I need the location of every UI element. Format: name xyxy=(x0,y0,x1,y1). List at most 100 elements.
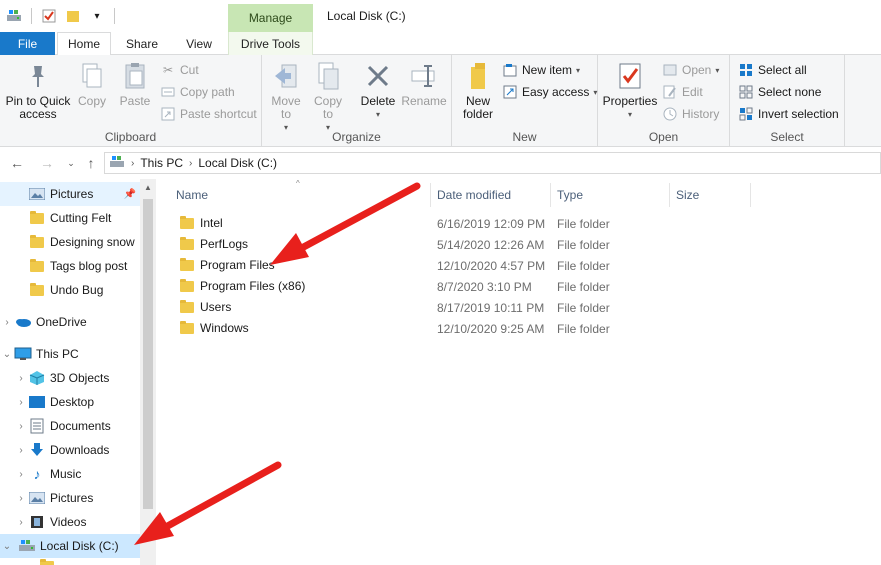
table-row[interactable]: PerfLogs 5/14/2020 12:26 AM File folder xyxy=(174,234,714,255)
delete-button[interactable]: Delete ▾ xyxy=(358,59,398,121)
properties-label: Properties xyxy=(602,94,658,108)
file-list: ^ Name Date modified Type Size Intel 6/1… xyxy=(156,179,881,565)
nav-item-cutting-felt[interactable]: Cutting Felt xyxy=(0,206,140,230)
nav-item-documents[interactable]: › Documents xyxy=(0,414,140,438)
collapse-chevron-icon[interactable]: ⌄ xyxy=(0,349,14,360)
drive-icon[interactable] xyxy=(4,6,24,26)
nav-item-onedrive[interactable]: › OneDrive xyxy=(0,310,140,334)
collapse-chevron-icon[interactable]: ⌄ xyxy=(0,541,14,552)
copy-to-button[interactable]: Copy to ▾ xyxy=(310,59,346,134)
nav-item-undo-bug[interactable]: Undo Bug xyxy=(0,278,140,302)
nav-item-tags-blog-post[interactable]: Tags blog post xyxy=(0,254,140,278)
rename-button[interactable]: Rename xyxy=(401,59,447,108)
nav-pane-scrollbar[interactable]: ▲ xyxy=(140,179,156,565)
select-all-button[interactable]: Select all xyxy=(738,60,807,80)
tab-view[interactable]: View xyxy=(176,32,222,55)
expand-chevron-icon[interactable]: › xyxy=(14,517,28,528)
paste-shortcut-button[interactable]: Paste shortcut xyxy=(160,104,257,124)
nav-item-designing-snow[interactable]: Designing snow xyxy=(0,230,140,254)
tab-share[interactable]: Share xyxy=(118,32,166,55)
breadcrumb-this-pc[interactable]: This PC xyxy=(140,156,183,170)
nav-item-desktop[interactable]: › Desktop xyxy=(0,390,140,414)
edit-button[interactable]: Edit xyxy=(662,82,703,102)
table-row[interactable]: Intel 6/16/2019 12:09 PM File folder xyxy=(174,213,714,234)
invert-selection-icon xyxy=(738,106,754,122)
open-dropdown-icon: ▾ xyxy=(715,65,720,75)
recent-locations-chevron-icon[interactable]: ⌄ xyxy=(62,154,80,172)
paste-button[interactable]: Paste xyxy=(116,59,154,108)
new-item-button[interactable]: New item ▾ xyxy=(502,60,580,80)
nav-item-pictures-quick[interactable]: Pictures 📌 xyxy=(0,182,140,206)
customize-toolbar-icon[interactable]: ▾ xyxy=(87,6,107,26)
expand-chevron-icon[interactable]: › xyxy=(14,373,28,384)
scroll-up-arrow-icon[interactable]: ▲ xyxy=(140,183,156,192)
properties-icon[interactable] xyxy=(39,6,59,26)
expand-chevron-icon[interactable]: › xyxy=(14,445,28,456)
tab-drive-tools[interactable]: Drive Tools xyxy=(228,32,313,55)
move-to-icon xyxy=(270,59,302,93)
column-header-type[interactable]: Type xyxy=(551,183,669,207)
tab-file[interactable]: File xyxy=(0,32,55,55)
paste-icon xyxy=(119,59,151,93)
expand-chevron-icon[interactable]: › xyxy=(14,397,28,408)
nav-item-3d-objects[interactable]: › 3D Objects xyxy=(0,366,140,390)
breadcrumb-local-disk[interactable]: Local Disk (C:) xyxy=(198,156,277,170)
paste-shortcut-icon xyxy=(160,106,176,122)
easy-access-dropdown-icon: ▾ xyxy=(593,87,598,97)
nav-item-videos[interactable]: › Videos xyxy=(0,510,140,534)
file-name: Windows xyxy=(200,321,249,335)
documents-icon xyxy=(28,418,46,434)
new-folder-icon[interactable] xyxy=(63,6,83,26)
nav-item-label: Desktop xyxy=(50,395,95,409)
forward-arrow-icon[interactable]: → xyxy=(38,154,56,172)
expand-chevron-icon[interactable]: › xyxy=(14,421,28,432)
copy-button[interactable]: Copy xyxy=(74,59,110,108)
column-header-name[interactable]: Name xyxy=(170,183,430,207)
column-header-size[interactable]: Size xyxy=(670,183,750,207)
pin-to-quick-access-button[interactable]: Pin to Quick access xyxy=(4,59,72,121)
expand-chevron-icon[interactable]: › xyxy=(14,469,28,480)
new-folder-button[interactable]: New folder xyxy=(458,59,498,121)
easy-access-button[interactable]: Easy access ▾ xyxy=(502,82,597,102)
table-row[interactable]: Windows 12/10/2020 9:25 AM File folder xyxy=(174,318,714,339)
new-item-label: New item xyxy=(522,63,573,77)
column-divider[interactable] xyxy=(750,183,751,207)
up-arrow-icon[interactable]: ↑ xyxy=(82,154,100,172)
select-group-label: Select xyxy=(770,130,804,144)
table-row[interactable]: Program Files (x86) 8/7/2020 3:10 PM Fil… xyxy=(174,276,714,297)
nav-item-local-disk[interactable]: ⌄ Local Disk (C:) xyxy=(0,534,140,558)
table-row[interactable]: Users 8/17/2019 10:11 PM File folder xyxy=(174,297,714,318)
properties-button[interactable]: Properties ▾ xyxy=(602,59,658,121)
cut-button[interactable]: ✂ Cut xyxy=(160,60,199,80)
nav-item-label: Music xyxy=(50,467,82,481)
open-group: Properties ▾ Open ▾ Edit History Open xyxy=(598,55,730,147)
expand-chevron-icon[interactable]: › xyxy=(14,493,28,504)
address-bar[interactable]: › This PC › Local Disk (C:) xyxy=(104,152,881,174)
select-none-icon xyxy=(738,84,754,100)
folder-icon xyxy=(28,210,46,226)
select-none-button[interactable]: Select none xyxy=(738,82,821,102)
open-button[interactable]: Open ▾ xyxy=(662,60,719,80)
column-header-date[interactable]: Date modified xyxy=(431,183,549,207)
move-to-button[interactable]: Move to ▾ xyxy=(268,59,304,134)
scrollbar-thumb[interactable] xyxy=(143,199,153,509)
pin-icon[interactable]: 📌 xyxy=(124,189,136,200)
cut-label: Cut xyxy=(180,63,199,77)
film-strip-icon xyxy=(28,514,46,530)
invert-selection-button[interactable]: Invert selection xyxy=(738,104,839,124)
title-bar: ▾ Manage Local Disk (C:) xyxy=(0,0,881,32)
tab-home[interactable]: Home xyxy=(57,32,111,56)
expand-chevron-icon[interactable]: › xyxy=(0,317,14,328)
nav-item-downloads[interactable]: › Downloads xyxy=(0,438,140,462)
table-row[interactable]: Program Files 12/10/2020 4:57 PM File fo… xyxy=(174,255,714,276)
copy-to-label: Copy to xyxy=(313,94,342,121)
file-name: Program Files (x86) xyxy=(200,279,306,293)
copy-path-button[interactable]: Copy path xyxy=(160,82,235,102)
nav-item-this-pc[interactable]: ⌄ This PC xyxy=(0,342,140,366)
history-button[interactable]: History xyxy=(662,104,719,124)
manage-context-tab[interactable]: Manage xyxy=(228,4,313,32)
back-arrow-icon[interactable]: ← xyxy=(8,154,26,172)
nav-item-music[interactable]: › ♪ Music xyxy=(0,462,140,486)
nav-item-pictures[interactable]: › Pictures xyxy=(0,486,140,510)
nav-item-label: This PC xyxy=(36,347,79,361)
